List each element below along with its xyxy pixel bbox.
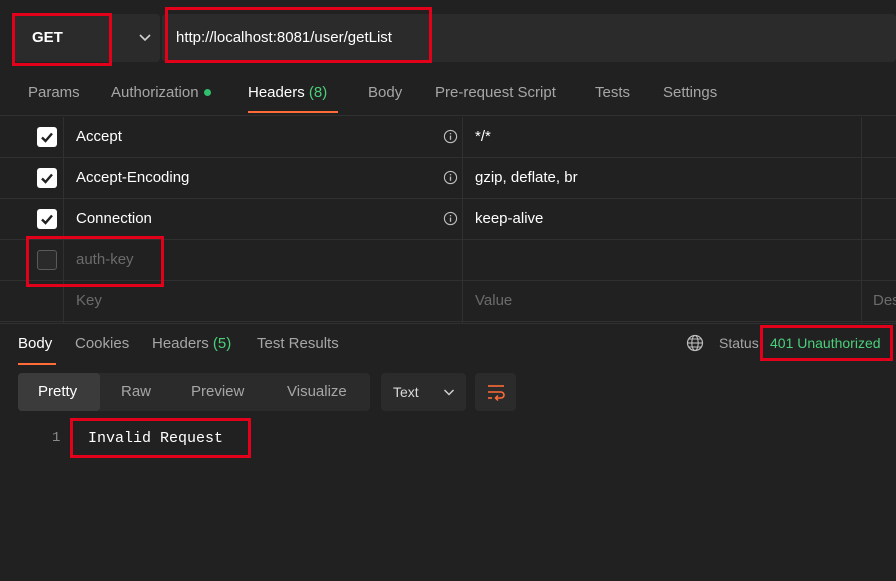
table-row: Accept */* xyxy=(0,117,896,158)
view-mode-selector: Pretty Raw Preview Visualize xyxy=(18,373,370,411)
line-number: 1 xyxy=(52,430,61,446)
info-icon[interactable] xyxy=(443,170,458,185)
active-tab-indicator xyxy=(18,363,56,365)
view-pretty[interactable]: Pretty xyxy=(38,383,77,400)
url-text: http://localhost:8081/user/getList xyxy=(176,29,392,46)
tab-authorization[interactable]: Authorization xyxy=(111,84,211,101)
table-row: auth-key xyxy=(0,240,896,281)
view-visualize[interactable]: Visualize xyxy=(287,383,347,400)
header-checkbox[interactable] xyxy=(37,168,57,188)
header-checkbox[interactable] xyxy=(37,209,57,229)
checkbox-check-icon xyxy=(41,173,53,184)
header-value[interactable]: gzip, deflate, br xyxy=(475,169,578,186)
key-placeholder[interactable]: Key xyxy=(76,292,102,309)
response-tabs: Body Cookies Headers (5) Test Results St… xyxy=(0,323,896,367)
description-placeholder[interactable]: Des xyxy=(873,292,896,309)
tab-settings[interactable]: Settings xyxy=(663,84,717,101)
tab-pre-request-script[interactable]: Pre-request Script xyxy=(435,84,556,101)
tab-response-headers-count: (5) xyxy=(212,335,232,352)
response-body[interactable]: 1 Invalid Request xyxy=(0,420,896,581)
value-placeholder[interactable]: Value xyxy=(475,292,512,309)
header-checkbox[interactable] xyxy=(37,250,57,270)
table-row-new: Key Value Des xyxy=(0,281,896,322)
checkbox-check-icon xyxy=(41,132,53,143)
tab-headers[interactable]: Headers (8) xyxy=(248,84,327,101)
tab-params[interactable]: Params xyxy=(28,84,80,101)
response-body-text: Invalid Request xyxy=(88,430,224,447)
tab-test-results[interactable]: Test Results xyxy=(257,335,339,352)
header-key[interactable]: Accept-Encoding xyxy=(76,169,189,186)
wrap-lines-icon xyxy=(488,385,505,401)
format-label: Text xyxy=(393,384,419,400)
chevron-down-icon xyxy=(139,34,151,42)
status-badge[interactable]: 401 Unauthorized xyxy=(770,335,881,351)
request-bar: GET http://localhost:8081/user/getList xyxy=(0,0,896,72)
table-row: Accept-Encoding gzip, deflate, br xyxy=(0,158,896,199)
header-value[interactable]: keep-alive xyxy=(475,210,543,227)
view-preview[interactable]: Preview xyxy=(191,383,244,400)
wrap-lines-button[interactable] xyxy=(475,373,516,411)
format-select[interactable]: Text xyxy=(381,373,466,411)
header-checkbox[interactable] xyxy=(37,127,57,147)
active-tab-indicator xyxy=(248,111,338,113)
request-tabs: Params Authorization Headers (8) Body Pr… xyxy=(0,72,896,116)
globe-icon[interactable] xyxy=(686,334,704,352)
info-icon[interactable] xyxy=(443,129,458,144)
tab-cookies[interactable]: Cookies xyxy=(75,335,129,352)
postman-window: GET http://localhost:8081/user/getList P… xyxy=(0,0,896,581)
tab-body[interactable]: Body xyxy=(368,84,402,101)
tab-response-headers-label: Headers xyxy=(152,335,209,352)
info-icon[interactable] xyxy=(443,211,458,226)
checkbox-check-icon xyxy=(41,214,53,225)
url-input[interactable]: http://localhost:8081/user/getList xyxy=(162,14,896,62)
table-row: Connection keep-alive xyxy=(0,199,896,240)
method-select[interactable]: GET xyxy=(14,14,160,62)
tab-tests[interactable]: Tests xyxy=(595,84,630,101)
header-key[interactable]: Connection xyxy=(76,210,152,227)
tab-headers-label: Headers xyxy=(248,84,305,101)
view-raw[interactable]: Raw xyxy=(121,383,151,400)
method-label: GET xyxy=(32,29,63,46)
tab-response-body[interactable]: Body xyxy=(18,335,52,352)
status-label: Status: xyxy=(719,335,763,351)
tab-response-headers[interactable]: Headers (5) xyxy=(152,335,231,352)
header-value[interactable]: */* xyxy=(475,128,491,145)
chevron-down-icon xyxy=(443,389,455,396)
header-key[interactable]: Accept xyxy=(76,128,122,145)
status-dot-icon xyxy=(203,88,211,96)
header-key[interactable]: auth-key xyxy=(76,251,134,268)
tab-headers-count: (8) xyxy=(308,84,328,101)
tab-authorization-label: Authorization xyxy=(111,84,199,101)
headers-table: Accept */* Accept-Encoding gzip, deflate… xyxy=(0,117,896,323)
